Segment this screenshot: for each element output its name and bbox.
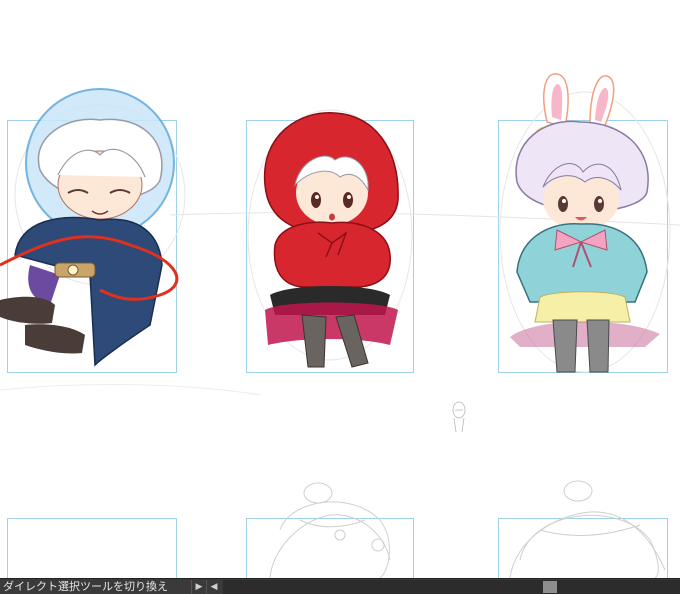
triangle-right-icon[interactable]: ▶ <box>191 579 206 594</box>
tool-hint-text: ダイレクト選択ツールを切り換え <box>3 579 168 593</box>
bunny-character[interactable] <box>495 62 675 382</box>
triangle-left-icon[interactable]: ◀ <box>206 579 221 594</box>
status-bar: ダイレクト選択ツールを切り換え ▶ ◀ <box>0 578 680 594</box>
drawing-canvas[interactable] <box>0 0 680 578</box>
horizontal-scrollbar[interactable] <box>223 579 680 594</box>
scrollbar-thumb[interactable] <box>543 580 557 593</box>
astronaut-character[interactable] <box>0 88 200 375</box>
red-hood-character[interactable] <box>240 105 420 375</box>
